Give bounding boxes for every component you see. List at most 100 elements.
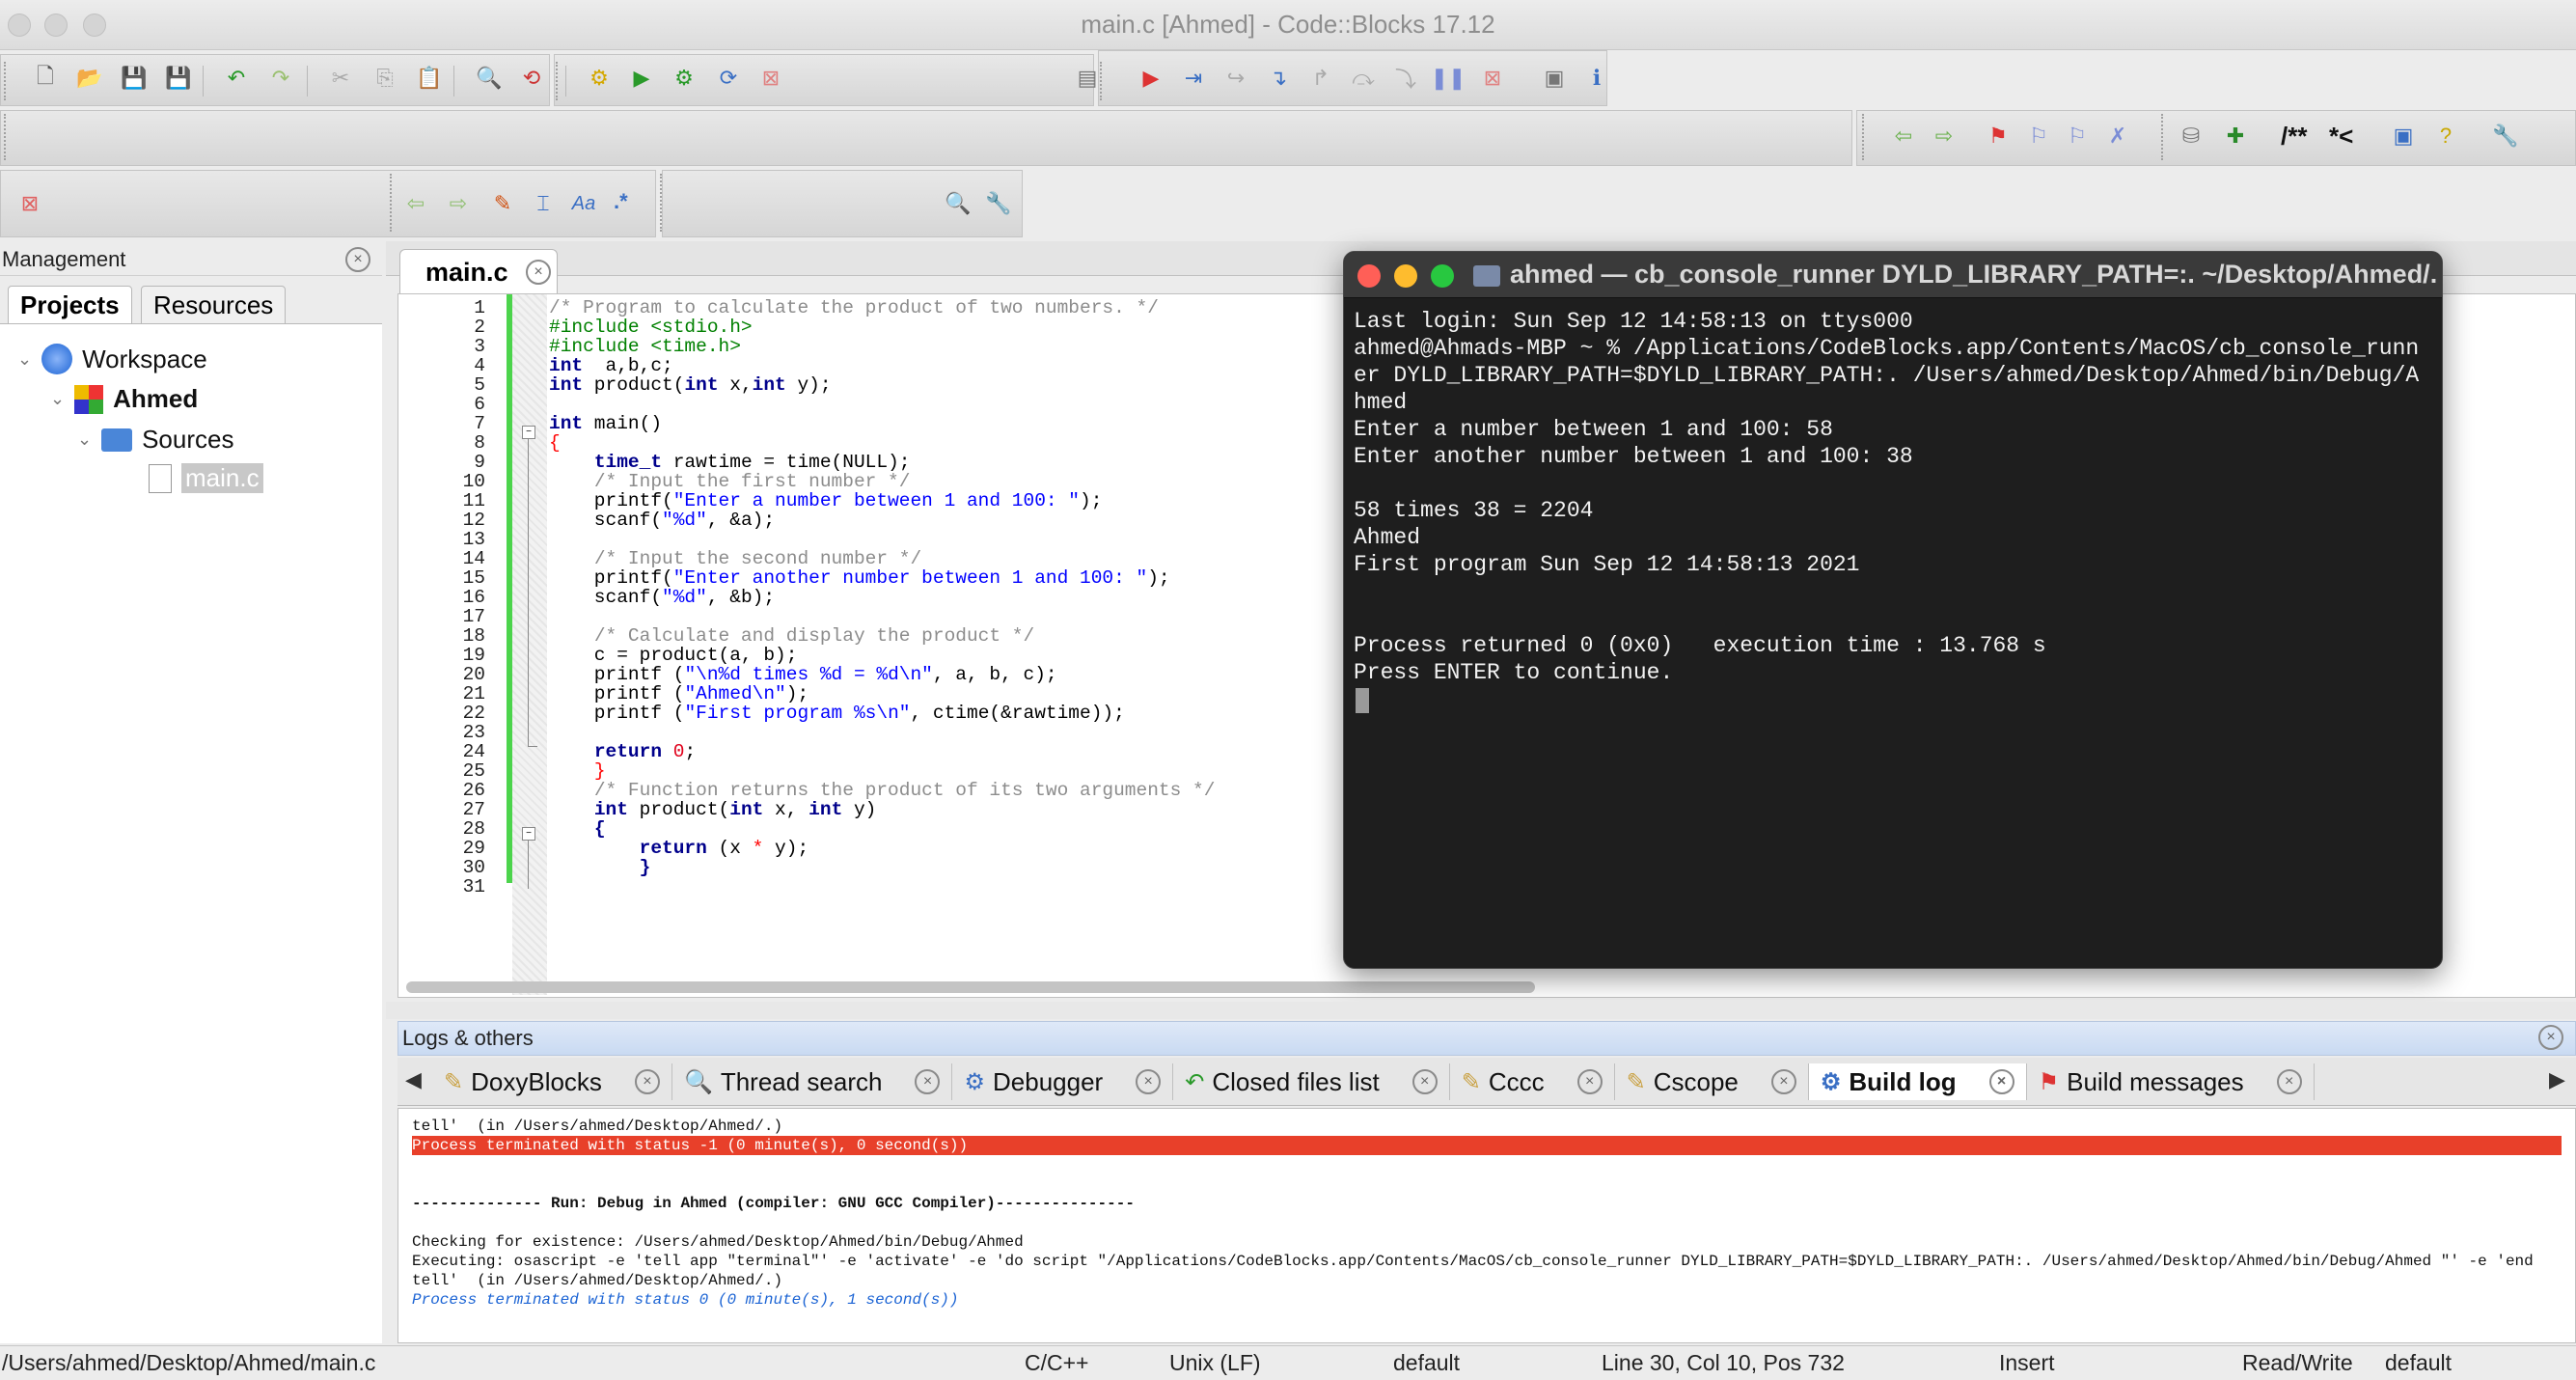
- code-line[interactable]: int a,b,c;: [549, 356, 1215, 375]
- close-tab-icon[interactable]: ×: [1411, 1069, 1438, 1094]
- toolbar-grip[interactable]: [1100, 62, 1104, 100]
- stop-debugger-icon[interactable]: ⊠: [1476, 62, 1509, 95]
- collapse-icon[interactable]: ⌄: [77, 429, 92, 450]
- terminal-window[interactable]: ahmed — cb_console_runner DYLD_LIBRARY_P…: [1343, 251, 2443, 969]
- toolbar-grip[interactable]: [556, 62, 560, 100]
- toggle-bookmark-icon[interactable]: ⚑: [1982, 120, 2014, 152]
- toolbar-grip[interactable]: [1862, 114, 1866, 160]
- tree-folder[interactable]: ⌄ Sources: [77, 425, 233, 455]
- close-tab-icon[interactable]: ×: [2276, 1069, 2302, 1094]
- doxy-block-comment-button[interactable]: /**: [2281, 122, 2307, 152]
- rebuild-icon[interactable]: ⟳: [712, 62, 745, 95]
- doxy-wizard-icon[interactable]: ⛁: [2175, 120, 2207, 152]
- logs-tab-closed-files-list[interactable]: ↶ Closed files list ×: [1173, 1063, 1450, 1100]
- doxy-line-comment-button[interactable]: *<: [2329, 122, 2353, 152]
- info-icon[interactable]: ℹ: [1580, 62, 1613, 95]
- scroll-tabs-right-icon[interactable]: ▶: [2549, 1067, 2565, 1092]
- run-icon[interactable]: ▶: [625, 62, 658, 95]
- build-run-icon[interactable]: ⚙: [668, 62, 700, 95]
- logs-tab-thread-search[interactable]: 🔍 Thread search ×: [672, 1063, 953, 1100]
- regex-icon[interactable]: .*: [614, 189, 628, 214]
- close-tab-icon[interactable]: ×: [1576, 1069, 1603, 1094]
- code-line[interactable]: #include <stdio.h>: [549, 317, 1215, 337]
- close-logs-button[interactable]: ×: [2538, 1025, 2563, 1050]
- tree-workspace[interactable]: ⌄ Workspace: [17, 344, 207, 374]
- code-line[interactable]: [549, 877, 1215, 897]
- editor-tab-main-c[interactable]: main.c ×: [399, 249, 558, 293]
- build-icon[interactable]: ⚙: [583, 62, 616, 95]
- toolbar-grip[interactable]: [390, 174, 394, 232]
- next-bookmark-icon[interactable]: ⇨: [1928, 120, 1960, 152]
- logs-tab-build-messages[interactable]: ⚑ Build messages ×: [2027, 1063, 2315, 1100]
- code-line[interactable]: return (x * y);: [549, 839, 1215, 858]
- scroll-tabs-left-icon[interactable]: ◀: [405, 1067, 422, 1092]
- code-line[interactable]: printf ("\n%d times %d = %d\n", a, b, c)…: [549, 665, 1215, 684]
- find-icon[interactable]: 🔍: [473, 62, 506, 95]
- close-tab-icon[interactable]: ×: [634, 1069, 660, 1094]
- code-line[interactable]: /* Calculate and display the product */: [549, 626, 1215, 646]
- code-line[interactable]: #include <time.h>: [549, 337, 1215, 356]
- code-line[interactable]: /* Input the first number */: [549, 472, 1215, 491]
- code-line[interactable]: int main(): [549, 414, 1215, 433]
- goto-next-bookmark-icon[interactable]: ⚐: [2061, 120, 2094, 152]
- close-management-button[interactable]: ×: [345, 247, 370, 272]
- toolbar-grip[interactable]: [4, 114, 8, 160]
- cut-icon[interactable]: ✂: [324, 62, 357, 95]
- fold-toggle-icon[interactable]: −: [522, 426, 535, 439]
- code-line[interactable]: scanf("%d", &a);: [549, 511, 1215, 530]
- redo-icon[interactable]: ↷: [264, 62, 297, 95]
- code-text[interactable]: /* Program to calculate the product of t…: [549, 298, 1215, 897]
- break-debugger-icon[interactable]: ❚❚: [1431, 62, 1466, 95]
- search-settings-icon[interactable]: 🔧: [982, 187, 1015, 220]
- code-line[interactable]: /* Input the second number */: [549, 549, 1215, 568]
- code-line[interactable]: printf("Enter another number between 1 a…: [549, 568, 1215, 588]
- close-tab-icon[interactable]: ×: [526, 260, 551, 285]
- fold-toggle-icon[interactable]: −: [522, 827, 535, 841]
- close-tab-icon[interactable]: ×: [915, 1069, 941, 1094]
- collapse-icon[interactable]: ⌄: [17, 349, 32, 370]
- step-into-instruction-icon[interactable]: ⤵: [1389, 62, 1422, 95]
- code-line[interactable]: time_t rawtime = time(NULL);: [549, 453, 1215, 472]
- run-to-cursor-icon[interactable]: ⇥: [1177, 62, 1210, 95]
- selected-only-icon[interactable]: ⌶: [527, 187, 560, 220]
- code-line[interactable]: }: [549, 761, 1215, 781]
- terminal-zoom-button[interactable]: [1431, 264, 1454, 288]
- tab-projects[interactable]: Projects: [8, 286, 132, 324]
- logs-tab-cscope[interactable]: ✎ Cscope ×: [1615, 1063, 1809, 1100]
- match-case-icon[interactable]: Aa: [567, 187, 600, 220]
- find-prev-icon[interactable]: ⇦: [399, 187, 432, 220]
- code-line[interactable]: c = product(a, b);: [549, 646, 1215, 665]
- code-line[interactable]: return 0;: [549, 742, 1215, 761]
- close-tab-icon[interactable]: ×: [1136, 1069, 1162, 1094]
- code-line[interactable]: printf ("Ahmed\n");: [549, 684, 1215, 704]
- logs-tab-debugger[interactable]: ⚙ Debugger ×: [952, 1063, 1174, 1100]
- highlight-icon[interactable]: ✎: [486, 187, 519, 220]
- close-search-icon[interactable]: ⊠: [14, 187, 46, 220]
- tree-file[interactable]: main.c: [149, 463, 263, 493]
- code-line[interactable]: /* Program to calculate the product of t…: [549, 298, 1215, 317]
- code-line[interactable]: }: [549, 858, 1215, 877]
- open-icon[interactable]: 📂: [73, 62, 106, 95]
- build-target-icon[interactable]: ▤: [1071, 62, 1104, 95]
- tab-resources[interactable]: Resources: [141, 286, 287, 324]
- doxy-help-icon[interactable]: ?: [2429, 120, 2462, 152]
- code-line[interactable]: {: [549, 433, 1215, 453]
- logs-tab-build-log[interactable]: ⚙ Build log ×: [1808, 1063, 2027, 1100]
- doxy-extract-icon[interactable]: ✚: [2219, 120, 2252, 152]
- debug-icon[interactable]: ▶: [1135, 62, 1167, 95]
- panel-splitter[interactable]: [386, 1002, 2576, 1019]
- prev-bookmark-icon[interactable]: ⇦: [1887, 120, 1920, 152]
- toolbar-grip[interactable]: [660, 174, 664, 232]
- step-out-icon[interactable]: ↱: [1304, 62, 1337, 95]
- collapse-icon[interactable]: ⌄: [50, 389, 65, 409]
- code-line[interactable]: [549, 395, 1215, 414]
- find-in-files-icon[interactable]: 🔍: [942, 187, 974, 220]
- next-line-icon[interactable]: ↪: [1219, 62, 1252, 95]
- logs-tab-cccc[interactable]: ✎ Cccc ×: [1450, 1063, 1615, 1100]
- undo-icon[interactable]: ↶: [220, 62, 253, 95]
- horizontal-scrollbar[interactable]: [406, 981, 1535, 993]
- code-line[interactable]: printf("Enter a number between 1 and 100…: [549, 491, 1215, 511]
- code-line[interactable]: /* Function returns the product of its t…: [549, 781, 1216, 800]
- code-line[interactable]: {: [549, 819, 1215, 839]
- terminal-minimize-button[interactable]: [1394, 264, 1417, 288]
